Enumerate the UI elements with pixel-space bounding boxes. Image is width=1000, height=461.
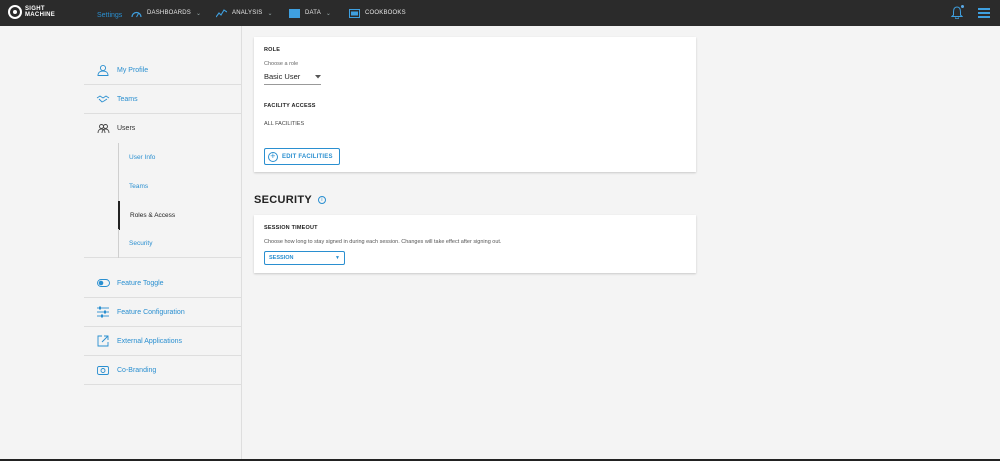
sidebar-item-teams[interactable]: Teams [84,85,241,114]
role-select-value: Basic User [264,72,301,81]
external-link-icon [96,335,110,347]
triangle-down-icon: ▼ [335,255,340,261]
sidebar-item-label: External Applications [117,337,182,345]
sidebar-subitem-roles-access[interactable]: Roles & Access [118,201,241,230]
caret-down-icon [315,74,321,78]
sliders-icon [96,306,110,318]
sidebar-subitem-label: Teams [129,183,149,190]
toggle-icon [96,277,110,289]
sidebar-subitem-teams[interactable]: Teams [118,172,241,201]
nav-analysis-label: ANALYSIS [232,10,263,16]
person-icon [96,64,110,76]
chevron-down-icon: ⌄ [196,10,202,17]
sidebar-subitem-label: Roles & Access [130,212,176,219]
nav-data[interactable]: DATA ⌄ [289,0,331,26]
sidebar-item-my-profile[interactable]: My Profile [84,56,241,85]
sidebar-subitem-label: Security [129,240,153,247]
edit-facilities-label: EDIT FACILITIES [282,153,333,160]
edit-facilities-button[interactable]: + EDIT FACILITIES [264,148,340,165]
sidebar-item-label: Teams [117,95,138,103]
sidebar-subitem-label: User Info [129,154,156,161]
handshake-icon [96,93,110,105]
gauge-icon [131,11,142,17]
plus-circle-icon: + [268,151,278,162]
nav-data-label: DATA [305,10,321,16]
nav-dashboards[interactable]: DASHBOARDS ⌄ [131,0,201,26]
nav-analysis[interactable]: ANALYSIS ⌄ [216,0,273,26]
nav-cookbooks-label: COOKBOOKS [365,10,406,16]
session-timeout-description: Choose how long to stay signed in during… [264,239,502,245]
cookbook-icon [349,8,360,18]
nav-cookbooks[interactable]: COOKBOOKS [349,0,406,26]
sidebar-item-label: Feature Toggle [117,279,164,287]
role-heading: ROLE [264,47,281,53]
sidebar-item-label: Feature Configuration [117,308,185,316]
security-title-text: SECURITY [254,194,313,206]
sidebar-item-label: My Profile [117,66,149,74]
hamburger-menu-icon[interactable] [978,8,990,18]
data-grid-icon [289,8,300,18]
line-chart-icon [216,8,227,17]
facility-access-heading: FACILITY ACCESS [264,103,316,109]
sidebar-item-external-applications[interactable]: External Applications [84,327,241,356]
branding-icon [96,364,110,376]
sidebar-item-co-branding[interactable]: Co-Branding [84,356,241,385]
sidebar-subitem-user-info[interactable]: User Info [118,143,241,172]
top-nav-bar: SIGHT MACHINE DASHBOARDS ⌄ ANALYSIS ⌄ DA… [0,0,1000,26]
chevron-down-icon: ⌄ [267,10,273,17]
nav-dashboards-label: DASHBOARDS [147,10,192,16]
choose-role-label: Choose a role [264,61,299,67]
sight-machine-logo[interactable]: SIGHT MACHINE [8,5,55,19]
sidebar-item-feature-configuration[interactable]: Feature Configuration [84,298,241,327]
sidebar-item-label: Co-Branding [117,366,157,374]
role-select[interactable]: Basic User [264,69,321,85]
session-timeout-select[interactable]: SESSION ▼ [264,251,345,265]
info-icon[interactable]: i [318,196,327,204]
sidebar-subitem-security[interactable]: Security [118,229,241,258]
sidebar-title: Settings [97,12,123,19]
session-timeout-heading: SESSION TIMEOUT [264,225,318,231]
logo-mark-icon [8,5,22,19]
logo-line-2: MACHINE [25,12,56,18]
chevron-down-icon: ⌄ [325,10,332,17]
session-select-value: SESSION [269,255,294,261]
notification-dot [961,5,964,8]
sidebar-item-feature-toggle[interactable]: Feature Toggle [84,269,241,298]
facility-access-value: ALL FACILITIES [264,121,305,127]
security-section-title: SECURITY i [254,194,327,206]
